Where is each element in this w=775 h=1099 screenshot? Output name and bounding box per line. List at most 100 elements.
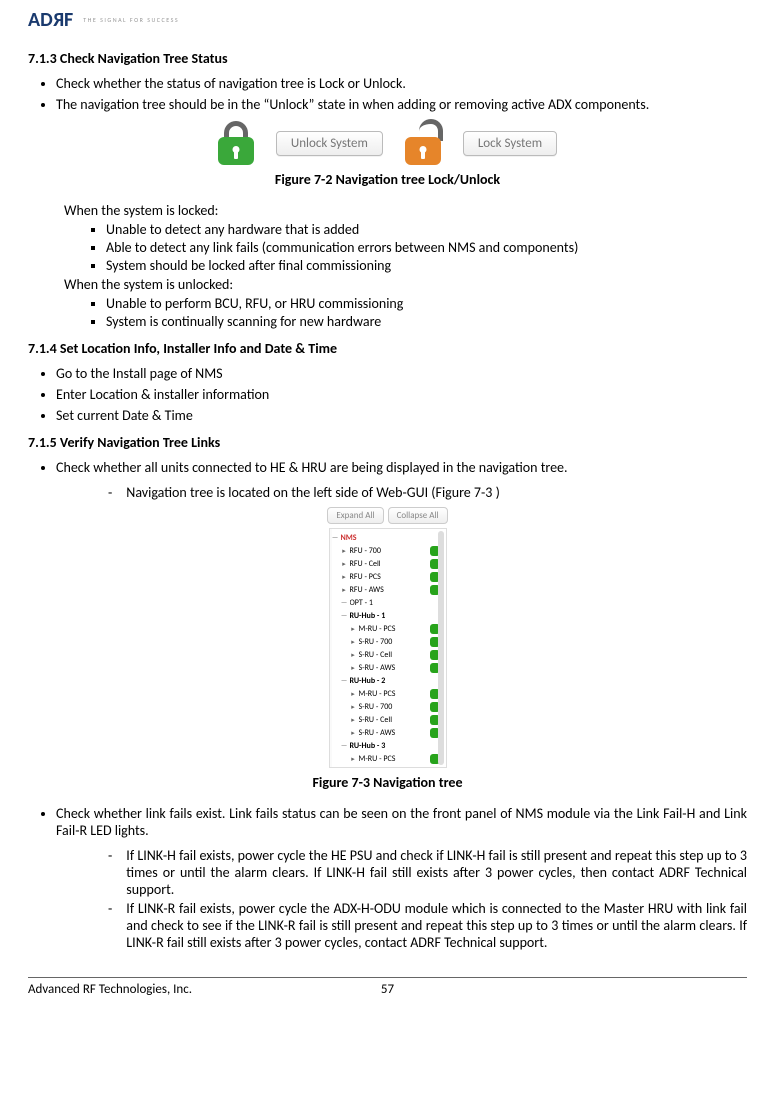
tree-toggle-icon[interactable]: ▸ — [350, 715, 357, 724]
footer-page-number: 57 — [358, 982, 418, 997]
tree-node-label: S-RU - Cell — [359, 715, 428, 725]
status-dot-icon — [430, 702, 440, 712]
bullet-text: Set current Date & Time — [56, 407, 747, 424]
collapse-all-button[interactable]: Collapse All — [388, 507, 448, 524]
status-dot-icon — [430, 715, 440, 725]
tree-node-label: M-RU - PCS — [359, 754, 428, 764]
bullet-text: Check whether all units connected to HE … — [56, 459, 747, 476]
status-dot-icon — [430, 650, 440, 660]
unlocked-intro: When the system is unlocked: — [64, 276, 747, 293]
status-dot-icon — [430, 728, 440, 738]
bullet-text: The navigation tree should be in the “Un… — [56, 96, 747, 113]
tree-toggle-icon[interactable]: ▸ — [350, 702, 357, 711]
tree-node[interactable]: —OPT - 1 — [332, 596, 442, 609]
tree-toggle-icon[interactable]: ▸ — [341, 585, 348, 594]
dash-icon: - — [108, 484, 112, 501]
figure-7-2: Unlock System Lock System — [28, 121, 747, 165]
tree-toggle-icon[interactable]: ▸ — [350, 663, 357, 672]
tree-node[interactable]: ▸RFU - 700 — [332, 544, 442, 557]
tree-toggle-icon[interactable]: ▸ — [350, 728, 357, 737]
dash-item: - If LINK-R fail exists, power cycle the… — [108, 900, 747, 951]
tree-node[interactable]: —RU-Hub - 2 — [332, 674, 442, 687]
status-dot-icon — [430, 546, 440, 556]
tree-node-label: RU-Hub - 2 — [350, 676, 442, 686]
status-dot-icon — [430, 689, 440, 699]
tree-node-label: S-RU - AWS — [359, 728, 428, 738]
tree-node[interactable]: ▸S-RU - Cell — [332, 713, 442, 726]
lock-system-button[interactable]: Lock System — [463, 131, 557, 156]
figure-7-3-caption: Figure 7-3 Navigation tree — [28, 774, 747, 791]
navigation-tree[interactable]: — NMS ▸RFU - 700▸RFU - Cell▸RFU - PCS▸RF… — [329, 528, 447, 768]
tree-node[interactable]: ▸RFU - Cell — [332, 557, 442, 570]
lock-open-icon — [405, 121, 441, 165]
tree-node[interactable]: ▸S-RU - Cell — [332, 648, 442, 661]
dash-item: - Navigation tree is located on the left… — [108, 484, 747, 501]
status-dot-icon — [430, 572, 440, 582]
tree-node-label: RFU - AWS — [350, 585, 428, 595]
tree-node-label: RFU - PCS — [350, 572, 428, 582]
bullet-text: Enter Location & installer information — [56, 386, 747, 403]
tree-node-label: RU-Hub - 3 — [350, 741, 442, 751]
heading-713: 7.1.3 Check Navigation Tree Status — [28, 50, 747, 67]
figure-7-3: Expand All Collapse All — NMS ▸RFU - 700… — [28, 507, 747, 768]
tree-node[interactable]: ▸M-RU - PCS — [332, 752, 442, 765]
status-dot-icon — [430, 663, 440, 673]
tree-node[interactable]: ▸M-RU - PCS — [332, 622, 442, 635]
heading-715: 7.1.5 Verify Navigation Tree Links — [28, 434, 747, 451]
tree-node[interactable]: ▸S-RU - AWS — [332, 661, 442, 674]
status-dot-icon — [430, 559, 440, 569]
unlock-system-button[interactable]: Unlock System — [276, 131, 383, 156]
tree-toggle-icon[interactable]: ▸ — [341, 559, 348, 568]
tree-toggle-icon[interactable]: — — [341, 676, 348, 685]
tree-node-label: RFU - 700 — [350, 546, 428, 556]
status-dot-icon — [430, 754, 440, 764]
status-dot-icon — [430, 585, 440, 595]
locked-item: Unable to detect any hardware that is ad… — [106, 221, 747, 238]
unlocked-item: Unable to perform BCU, RFU, or HRU commi… — [106, 295, 747, 312]
tree-node[interactable]: —RU-Hub - 1 — [332, 609, 442, 622]
lock-closed-icon — [218, 121, 254, 165]
tree-toggle-icon[interactable]: ▸ — [341, 572, 348, 581]
tree-node-label: M-RU - PCS — [359, 624, 428, 634]
tree-node-label: S-RU - 700 — [359, 637, 428, 647]
tree-toggle-icon[interactable]: ▸ — [341, 546, 348, 555]
tree-node-label: OPT - 1 — [350, 598, 442, 608]
status-dot-icon — [430, 637, 440, 647]
status-dot-icon — [430, 624, 440, 634]
tree-node[interactable]: ▸RFU - AWS — [332, 583, 442, 596]
tree-node[interactable]: ▸S-RU - 700 — [332, 635, 442, 648]
tree-node-label: S-RU - 700 — [359, 702, 428, 712]
bullet-text: Check whether link fails exist. Link fai… — [56, 805, 747, 839]
tree-node[interactable]: ▸S-RU - AWS — [332, 726, 442, 739]
logo: ADRF THE SIGNAL FOR SUCCESS — [28, 8, 747, 32]
tree-root[interactable]: — NMS — [332, 531, 442, 544]
tree-toggle-icon[interactable]: — — [341, 741, 348, 750]
locked-intro: When the system is locked: — [64, 202, 747, 219]
dash-icon: - — [108, 900, 112, 951]
locked-item: Able to detect any link fails (communica… — [106, 239, 747, 256]
tree-node-label: RU-Hub - 1 — [350, 611, 442, 621]
expand-all-button[interactable]: Expand All — [327, 507, 383, 524]
page-footer: Advanced RF Technologies, Inc. 57 — [28, 977, 747, 997]
bullet-text: Go to the Install page of NMS — [56, 365, 747, 382]
tree-toggle-icon[interactable]: ▸ — [350, 650, 357, 659]
tree-toggle-icon[interactable]: — — [341, 611, 348, 620]
tree-node[interactable]: —RU-Hub - 3 — [332, 739, 442, 752]
tree-node-label: RFU - Cell — [350, 559, 428, 569]
logo-text: ADRF — [28, 8, 73, 32]
locked-item: System should be locked after final comm… — [106, 257, 747, 274]
tree-node[interactable]: ▸RFU - PCS — [332, 570, 442, 583]
tree-node[interactable]: ▸S-RU - 700 — [332, 700, 442, 713]
tree-toggle-icon[interactable]: ▸ — [350, 637, 357, 646]
dash-icon: - — [108, 847, 112, 898]
logo-tagline: THE SIGNAL FOR SUCCESS — [83, 16, 179, 24]
tree-toggle-icon[interactable]: ▸ — [350, 624, 357, 633]
tree-node-label: M-RU - PCS — [359, 689, 428, 699]
tree-node-label: S-RU - Cell — [359, 650, 428, 660]
tree-toggle-icon[interactable]: — — [341, 598, 348, 607]
bullet-text: Check whether the status of navigation t… — [56, 75, 747, 92]
tree-toggle-icon[interactable]: ▸ — [350, 689, 357, 698]
tree-node[interactable]: ▸M-RU - PCS — [332, 687, 442, 700]
tree-toggle-icon[interactable]: ▸ — [350, 754, 357, 763]
unlocked-item: System is continually scanning for new h… — [106, 313, 747, 330]
